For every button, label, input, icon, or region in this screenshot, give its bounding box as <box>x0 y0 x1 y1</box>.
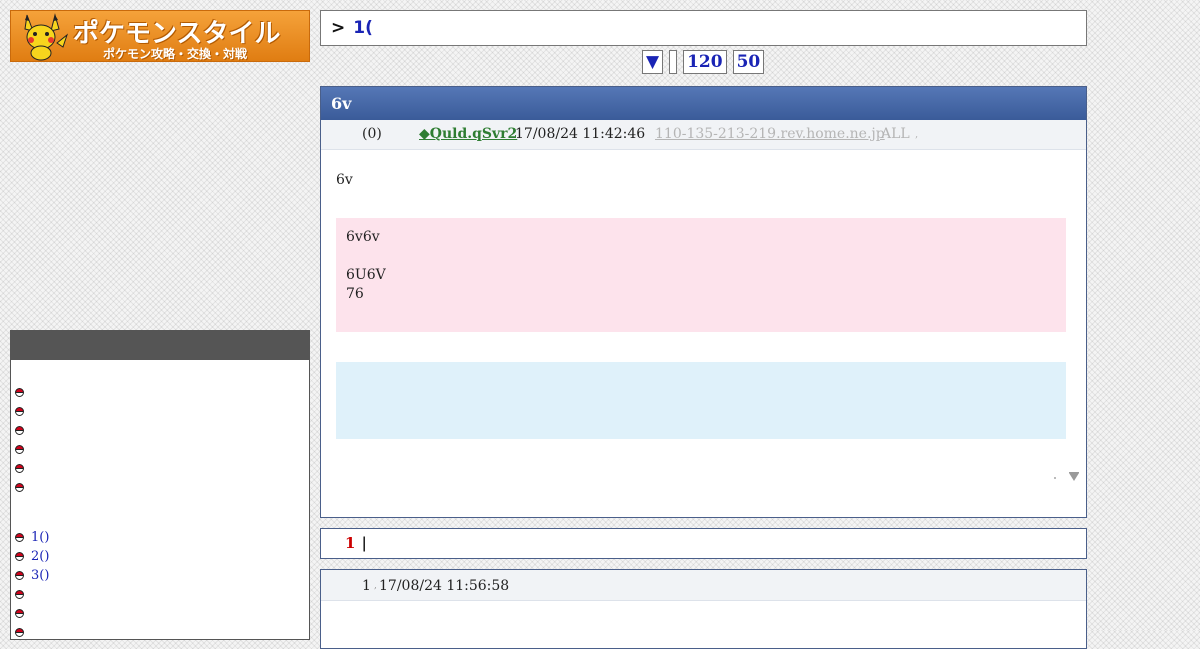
pokeball-icon <box>15 533 24 542</box>
pager-120-button[interactable]: 120 <box>683 50 727 74</box>
sidebar-item[interactable] <box>15 383 295 402</box>
scroll-bottom-icon[interactable] <box>1069 473 1079 481</box>
reply-separator: , <box>374 581 377 591</box>
sidebar-link[interactable] <box>15 604 295 623</box>
sidebar-link[interactable] <box>15 623 295 642</box>
pokeball-icon <box>15 407 24 416</box>
site-logo[interactable]: ポケモンスタイル ポケモン攻略・交換・対戦 <box>10 10 310 62</box>
pager-blank-button[interactable] <box>669 50 678 74</box>
post-body: 6v <box>336 172 353 188</box>
sidebar-menu <box>15 383 295 497</box>
reply-jump-bar[interactable]: 1 | <box>320 528 1087 559</box>
sidebar-item[interactable] <box>15 478 295 497</box>
pager-50-button[interactable]: 50 <box>732 50 765 74</box>
jump-separator: | <box>361 534 367 552</box>
prompt-symbol: > <box>331 18 346 38</box>
search-query[interactable]: 1( <box>353 18 373 38</box>
sidebar-item[interactable] <box>15 402 295 421</box>
pokeball-icon <box>15 609 24 618</box>
pokeball-icon <box>15 388 24 397</box>
sidebar-link[interactable] <box>15 585 295 604</box>
scroll-down-button[interactable]: ▼ <box>642 50 664 74</box>
quote-line <box>346 247 1056 266</box>
thread-title: 6v <box>321 87 1086 120</box>
pokeball-icon <box>15 590 24 599</box>
post-date: 17/08/24 11:42:46 <box>515 126 646 142</box>
quote-line: 6v6v <box>346 229 380 245</box>
sidebar-link[interactable]: 3() <box>15 566 295 585</box>
pokeball-icon <box>15 426 24 435</box>
all-link[interactable]: ALL <box>881 120 910 149</box>
sidebar: 1() 2() 3() <box>10 330 310 640</box>
reply-number: 1 <box>362 578 371 594</box>
sidebar-link[interactable]: 1() <box>15 528 295 547</box>
pokeball-icon <box>15 628 24 637</box>
logo-subtitle: ポケモン攻略・交換・対戦 <box>103 47 248 61</box>
sidebar-thread-list: 1() 2() 3() <box>15 528 295 642</box>
marker-dot <box>1054 477 1056 479</box>
sidebar-item[interactable] <box>15 440 295 459</box>
pokeball-icon <box>15 464 24 473</box>
sidebar-item[interactable] <box>15 421 295 440</box>
sidebar-link[interactable]: 2() <box>15 547 295 566</box>
jump-number[interactable]: 1 <box>345 534 355 552</box>
reply-count: (0) <box>362 126 382 142</box>
pikachu-icon <box>24 13 69 61</box>
sidebar-item[interactable] <box>15 459 295 478</box>
quote-line: 76 <box>346 286 364 302</box>
thread-post: 6v (0) ◆Quld.qSvr2 17/08/24 11:42:46 110… <box>320 86 1087 518</box>
reply-meta: 1 , 17/08/24 11:56:58 <box>321 570 1086 601</box>
pager: ▼ 120 50 <box>642 50 765 74</box>
pokeball-icon <box>15 571 24 580</box>
reply-date: 17/08/24 11:56:58 <box>379 578 510 594</box>
meta-separator: , <box>915 129 919 140</box>
pokeball-icon <box>15 552 24 561</box>
author-trip[interactable]: ◆Quld.qSvr2 <box>419 120 517 149</box>
search-bar[interactable]: > 1( <box>320 10 1087 46</box>
quote-box-pink: 6v6v 6U6V 76 <box>336 218 1066 332</box>
sidebar-header <box>11 331 309 360</box>
info-box-blue <box>336 362 1066 439</box>
quote-line: 6U6V <box>346 267 386 283</box>
reply-post: 1 , 17/08/24 11:56:58 <box>320 569 1087 649</box>
post-meta: (0) ◆Quld.qSvr2 17/08/24 11:42:46 110-13… <box>321 120 1086 150</box>
host-link[interactable]: 110-135-213-219.rev.home.ne.jp <box>655 120 885 149</box>
pokeball-icon <box>15 483 24 492</box>
pokeball-icon <box>15 445 24 454</box>
